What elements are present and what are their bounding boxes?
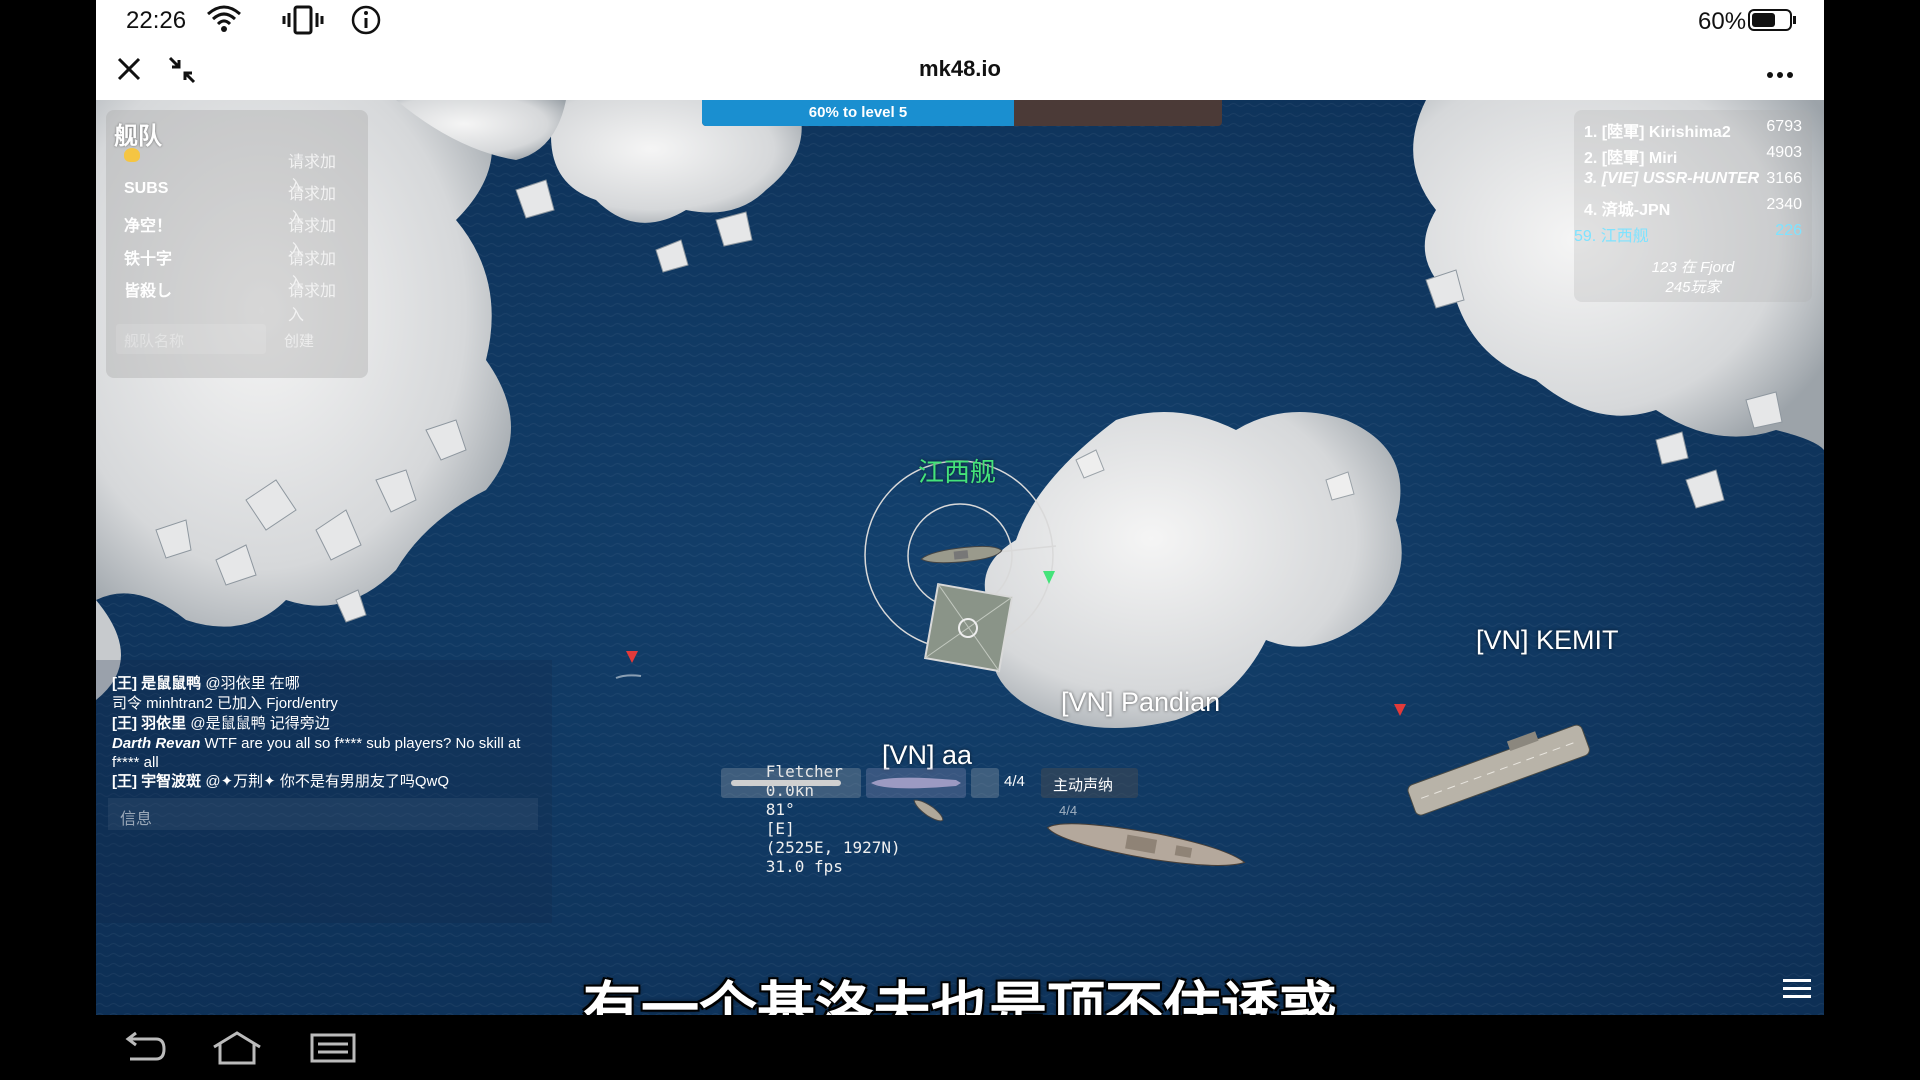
chat-text: @✦万荆✦ 你不是有男朋友了吗QwQ	[201, 773, 450, 790]
chat-sender: Darth Revan	[112, 735, 201, 752]
chat-panel: [王] 是鼠鼠鸭 @羽依里 在哪 司令 minhtran2 已加入 Fjord/…	[96, 660, 552, 923]
leaderboard-score: 4903	[1766, 144, 1802, 161]
fleet-name-input[interactable]: 舰队名称	[116, 324, 266, 354]
status-time: 22:26	[126, 7, 187, 34]
wifi-icon	[206, 4, 242, 41]
create-fleet-button[interactable]: 创建	[284, 330, 314, 351]
request-join-button[interactable]: 请求加入	[288, 277, 344, 325]
player-ship-label: 江西舰	[918, 457, 997, 487]
level-progress-bar: 60% to level 5	[702, 100, 1222, 126]
leaderboard-score: 3166	[1766, 170, 1802, 187]
more-icon[interactable]	[1766, 66, 1794, 84]
chat-text: 司令 minhtran2 已加入 Fjord/entry	[112, 695, 338, 712]
android-nav-bar	[0, 1015, 1920, 1080]
fleet-emblem-icon	[124, 148, 140, 162]
ship-label: [VN] Pandian	[1061, 687, 1221, 717]
server-label: 123 在 Fjord	[1651, 259, 1735, 276]
fleet-row: 皆殺し 请求加入	[124, 277, 344, 324]
vibrate-icon	[281, 5, 325, 42]
fleet-name: SUBS	[124, 180, 169, 197]
leaderboard-row-self: 59. 江西舰 226	[1574, 222, 1802, 246]
leaderboard-name: 済城-JPN	[1601, 202, 1671, 219]
leaderboard-row: 4. 済城-JPN 2340	[1584, 196, 1802, 220]
leaderboard-rank: 4.	[1584, 202, 1598, 219]
chat-sender: [王] 羽依里	[112, 715, 187, 732]
chat-input[interactable]: 信息	[108, 798, 538, 830]
chat-message: [王] 羽依里 @是鼠鼠鸭 记得旁边	[112, 714, 542, 733]
leaderboard-rank: 59.	[1574, 228, 1597, 245]
leaderboard-row: 3. [VIE] USSR-HUNTER 3166	[1584, 170, 1802, 194]
chat-message: Darth Revan WTF are you all so f**** sub…	[112, 734, 542, 772]
fleet-row: 铁十字 请求加入	[124, 245, 344, 292]
leaderboard-name: [陸軍] Miri	[1601, 150, 1678, 167]
weapon-bar: 4/4 主动声纳 4/4	[721, 768, 1191, 824]
leaderboard-score: 226	[1775, 222, 1802, 239]
chat-message: [王] 是鼠鼠鸭 @羽依里 在哪	[112, 674, 542, 693]
torpedo-count: 4/4	[1004, 773, 1025, 790]
leaderboard-row: 2. [陸軍] Miri 4903	[1584, 144, 1802, 168]
leaderboard-panel: 1. [陸軍] Kirishima2 6793 2. [陸軍] Miri 490…	[1574, 110, 1812, 302]
home-icon[interactable]	[210, 1029, 264, 1070]
game-canvas[interactable]: 60% to level 5 舰队 请求加入 SUBS 请求加入 净空！ 请求加…	[96, 100, 1824, 1015]
chat-text: @是鼠鼠鸭 记得旁边	[186, 715, 330, 732]
missile-icon	[871, 777, 961, 789]
leaderboard-score: 6793	[1766, 118, 1802, 135]
leaderboard-rank: 3.	[1584, 170, 1598, 187]
chat-sender: [王] 宇智波斑	[112, 773, 202, 790]
chat-text: @羽依里 在哪	[201, 675, 300, 692]
torpedo-slot[interactable]	[721, 768, 861, 798]
fleet-panel: 舰队 请求加入 SUBS 请求加入 净空！ 请求加入 铁十字 请求加入 皆殺し …	[106, 110, 368, 378]
fleet-name: 净空！	[124, 218, 173, 235]
active-sonar-button[interactable]: 主动声纳	[1041, 768, 1138, 798]
fleet-row: 请求加入	[124, 148, 344, 195]
helipad	[923, 582, 1014, 673]
leaderboard-rank: 1.	[1584, 124, 1598, 141]
active-sonar-label: 主动声纳	[1053, 777, 1114, 794]
fleet-name: 铁十字	[124, 251, 173, 268]
recent-apps-icon[interactable]	[310, 1033, 356, 1068]
fleet-name: 皆殺し	[124, 283, 173, 300]
status-fps: 31.0 fps	[765, 857, 843, 876]
browser-title-bar: mk48.io	[96, 42, 1824, 100]
chat-message: [王] 宇智波斑 @✦万荆✦ 你不是有男朋友了吗QwQ	[112, 772, 542, 791]
chat-message: 司令 minhtran2 已加入 Fjord/entry	[112, 694, 542, 713]
ship-label: [VN] KEMIT	[1476, 625, 1619, 655]
page-title: mk48.io	[919, 56, 1001, 81]
fleet-row: 净空！ 请求加入	[124, 212, 344, 259]
leaderboard-row: 1. [陸軍] Kirishima2 6793	[1584, 118, 1802, 142]
back-icon[interactable]	[120, 1031, 166, 1070]
leaderboard-score: 2340	[1766, 196, 1802, 213]
fleet-name-placeholder: 舰队名称	[124, 333, 185, 350]
torpedo-icon	[731, 780, 841, 786]
status-bar: 22:26 60%	[96, 0, 1824, 42]
device-screen: 22:26 60% mk48.io 60% to level 5 舰队 请求加入…	[96, 0, 1824, 1015]
leaderboard-name: [VIE] USSR-HUNTER	[1601, 170, 1760, 187]
status-position: (2525E, 1927N)	[765, 838, 901, 857]
fleet-row: SUBS 请求加入	[124, 180, 344, 227]
missile-slot[interactable]	[866, 768, 966, 798]
info-icon	[351, 5, 381, 42]
player-count: 245玩家	[1665, 279, 1721, 296]
level-progress-label: 60% to level 5	[808, 104, 908, 121]
fleet-panel-title: 舰队	[114, 123, 162, 150]
leaderboard-name: 江西舰	[1600, 228, 1649, 245]
leaderboard-name: [陸軍] Kirishima2	[1601, 124, 1731, 141]
leaderboard-rank: 2.	[1584, 150, 1598, 167]
secondary-count: 4/4	[1059, 803, 1078, 818]
chat-sender: [王] 是鼠鼠鸭	[112, 675, 202, 692]
chat-input-placeholder: 信息	[120, 811, 153, 828]
battery-icon	[1748, 9, 1798, 38]
depth-charge-slot[interactable]	[971, 768, 999, 798]
battery-percent: 60%	[1698, 8, 1747, 35]
